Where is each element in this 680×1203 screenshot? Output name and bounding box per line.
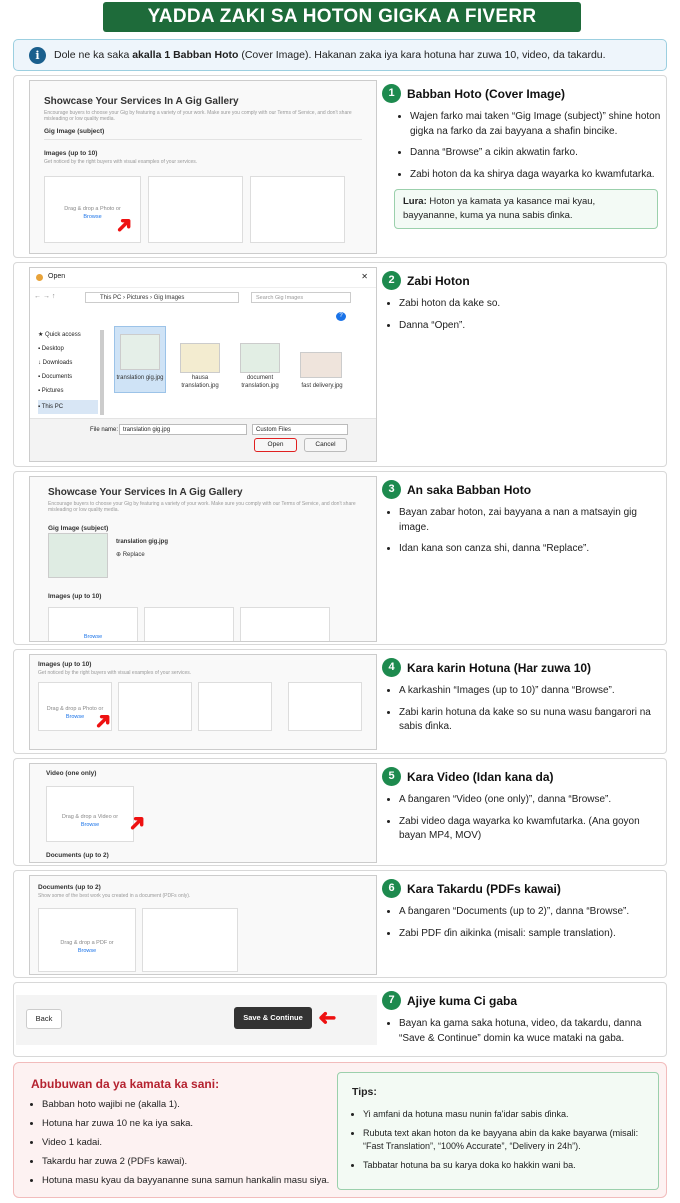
step-title: Babban Hoto (Cover Image)	[407, 86, 566, 101]
reminders-title: Abubuwan da ya kamata ka sani:	[31, 1077, 220, 1091]
pdf-slot[interactable]	[142, 908, 238, 972]
nav-documents[interactable]: ▪ Documents	[38, 370, 98, 384]
file-type-select[interactable]: Custom Files	[252, 424, 348, 435]
step-number: 7	[382, 991, 401, 1010]
step-card-5: Video (one only) Drag & drop a Video or B…	[13, 758, 667, 866]
screenshot-open-dialog: Open ✕ ← → ↑ This PC › Pictures › Gig Im…	[29, 267, 377, 462]
step-card-1: Showcase Your Services In A Gig Gallery …	[13, 75, 667, 258]
step-number: 3	[382, 480, 401, 499]
page-banner: YADDA ZAKI SA HOTON GIGKA A FIVERR	[103, 2, 581, 32]
tips-box: Tips: Yi amfani da hotuna masu nunin fa'…	[337, 1072, 659, 1190]
reminders-list: Babban hoto wajibi ne (akalla 1). Hotuna…	[42, 1098, 329, 1193]
step-4-instructions: 4Kara karin Hotuna (Har zuwa 10) A karka…	[382, 658, 662, 742]
step-title: Ajiye kuma Ci gaba	[407, 993, 518, 1008]
file-label: hausa translation.jpg	[181, 375, 219, 389]
arrow-pointer-icon: ➜	[318, 1006, 337, 1031]
step-title: Kara Video (Idan kana da)	[407, 769, 554, 784]
image-slot[interactable]	[118, 682, 192, 731]
step-number: 1	[382, 84, 401, 103]
help-icon[interactable]: ?	[336, 312, 346, 321]
image-slot[interactable]: Browse	[48, 607, 138, 641]
step-number: 5	[382, 767, 401, 786]
step-title: Kara Takardu (PDFs kawai)	[407, 881, 561, 896]
chrome-icon	[36, 274, 43, 281]
info-box: i Dole ne ka saka akalla 1 Babban Hoto (…	[13, 39, 667, 71]
image-slot[interactable]	[198, 682, 272, 731]
screenshot-more-images: Images (up to 10) Get noticed by the rig…	[29, 654, 377, 750]
scrollbar[interactable]	[100, 330, 104, 415]
step-number: 2	[382, 271, 401, 290]
file-name-input[interactable]: translation gig.jpg	[119, 424, 247, 435]
image-slot[interactable]	[240, 607, 330, 641]
screenshot-save: Back Save & Continue ➜	[16, 995, 377, 1045]
step-number: 6	[382, 879, 401, 898]
step-title: Kara karin Hotuna (Har zuwa 10)	[407, 660, 592, 675]
cover-thumbnail	[48, 533, 108, 578]
back-button[interactable]: Back	[26, 1009, 62, 1029]
file-thumbnail[interactable]	[120, 334, 160, 370]
reminders-panel: Abubuwan da ya kamata ka sani: Babban ho…	[13, 1062, 667, 1198]
video-dropzone[interactable]: Drag & drop a Video or Browse	[46, 786, 134, 842]
step-6-instructions: 6Kara Takardu (PDFs kawai) A ɓangaren “D…	[382, 879, 662, 948]
address-bar[interactable]: This PC › Pictures › Gig Images	[85, 292, 239, 303]
screenshot-gig-gallery: Showcase Your Services In A Gig Gallery …	[29, 80, 377, 254]
file-label: fast delivery.jpg	[301, 383, 343, 389]
file-thumbnail[interactable]	[300, 352, 342, 378]
image-slot[interactable]	[250, 176, 345, 243]
nav-arrows-icon[interactable]: ← → ↑	[34, 293, 55, 300]
step-3-instructions: 3An saka Babban Hoto Bayan zabar hoton, …	[382, 480, 662, 564]
screenshot-cover-uploaded: Showcase Your Services In A Gig Gallery …	[29, 476, 377, 642]
nav-quick-access[interactable]: ★ Quick access	[38, 328, 98, 342]
replace-link[interactable]: ⊕ Replace	[116, 551, 145, 558]
file-thumbnail[interactable]	[180, 343, 220, 373]
info-icon: i	[29, 47, 46, 64]
step-card-4: Images (up to 10) Get noticed by the rig…	[13, 649, 667, 754]
note-box: Lura: Hoton ya kamata ya kasance mai kya…	[394, 189, 658, 229]
file-label: document translation.jpg	[241, 375, 279, 389]
tips-list: Yi amfani da hotuna masu nunin fa'idar s…	[363, 1108, 648, 1178]
nav-pictures[interactable]: ▪ Pictures	[38, 384, 98, 398]
open-button[interactable]: Open	[254, 438, 297, 452]
nav-this-pc[interactable]: ▪ This PC	[38, 400, 98, 414]
step-title: Zabi Hoton	[407, 273, 470, 288]
nav-pane: ★ Quick access ▪ Desktop ↓ Downloads ▪ D…	[38, 328, 98, 414]
cancel-button[interactable]: Cancel	[304, 438, 347, 452]
file-label: translation gig.jpg	[116, 375, 164, 381]
step-7-instructions: 7Ajiye kuma Ci gaba Bayan ka gama saka h…	[382, 991, 662, 1053]
image-slot[interactable]	[288, 682, 362, 731]
step-card-7: Back Save & Continue ➜ 7 Ajiye kuma Ci ga…	[13, 982, 667, 1057]
step-card-2: Open ✕ ← → ↑ This PC › Pictures › Gig Im…	[13, 262, 667, 467]
step-card-3: Showcase Your Services In A Gig Gallery …	[13, 471, 667, 645]
image-slot[interactable]	[148, 176, 243, 243]
step-1-instructions: 1Babban Hoto (Cover Image) Wajen farko m…	[382, 84, 662, 229]
image-slot[interactable]	[144, 607, 234, 641]
close-icon[interactable]: ✕	[361, 272, 368, 281]
step-card-6: Documents (up to 2) Show some of the bes…	[13, 870, 667, 978]
step-title: An saka Babban Hoto	[407, 482, 532, 497]
save-continue-button[interactable]: Save & Continue	[234, 1007, 312, 1029]
file-thumbnail[interactable]	[240, 343, 280, 373]
search-input[interactable]: Search Gig Images	[251, 292, 351, 303]
arrow-pointer-icon: ➜	[87, 705, 119, 737]
screenshot-documents: Documents (up to 2) Show some of the bes…	[29, 875, 377, 975]
nav-downloads[interactable]: ↓ Downloads	[38, 356, 98, 370]
step-5-instructions: 5Kara Video (Idan kana da) A ɓangaren “V…	[382, 767, 662, 851]
pdf-dropzone[interactable]: Drag & drop a PDF or Browse	[38, 908, 136, 972]
step-2-instructions: 2Zabi Hoton Zabi hoton da kake so. Danna…	[382, 271, 662, 340]
nav-desktop[interactable]: ▪ Desktop	[38, 342, 98, 356]
tips-title: Tips:	[352, 1086, 377, 1098]
step-number: 4	[382, 658, 401, 677]
screenshot-video: Video (one only) Drag & drop a Video or B…	[29, 763, 377, 863]
